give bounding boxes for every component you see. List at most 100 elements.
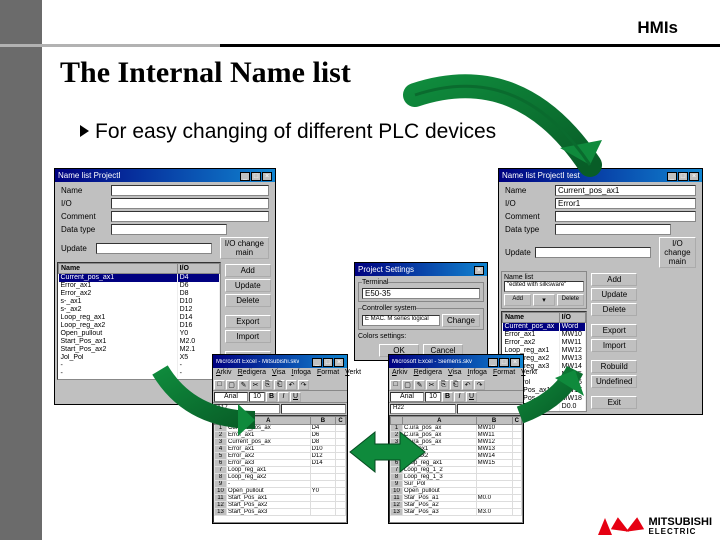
d1-delete-button[interactable]: Delete (225, 294, 271, 307)
ex2-cellref[interactable]: H22 (390, 404, 456, 414)
d2-exit-button[interactable]: Exit (591, 396, 637, 409)
ex2-menubar[interactable]: ArkivRedigeraVisaInfogaFormatVerkt (389, 368, 523, 379)
maximize-icon[interactable]: □ (678, 172, 688, 181)
ex2-sheet[interactable]: ABC1C.ura_pos_axMW102C.ura_pos_axMW113C.… (389, 415, 523, 523)
tool-icon[interactable]: ⎗ (450, 380, 461, 390)
bold-icon[interactable]: B (266, 392, 277, 402)
tool-icon[interactable]: ⎘ (262, 380, 273, 390)
italic-icon[interactable]: I (278, 392, 289, 402)
ex1-sheet[interactable]: ABC1Current_pos_axD42Error_ax1D63Current… (213, 415, 347, 523)
ex2-fontbar[interactable]: Arial 10 BIU (389, 391, 523, 403)
d3-titlebar[interactable]: Project Settings × (355, 263, 487, 276)
tool-icon[interactable]: □ (214, 380, 225, 390)
tool-icon[interactable]: ↶ (286, 380, 297, 390)
tool-icon[interactable]: ▢ (402, 380, 413, 390)
d1-update-button[interactable]: Update (225, 279, 271, 292)
d2-export-button[interactable]: Export (591, 324, 637, 337)
d2-dropdown-button[interactable]: ▾ (533, 294, 554, 306)
d2-titlebar[interactable]: Name list ProjectI test _□× (499, 169, 702, 182)
close-icon[interactable]: × (510, 358, 520, 367)
italic-icon[interactable]: I (454, 392, 465, 402)
d1-update-input[interactable] (96, 243, 212, 254)
ex1-menubar[interactable]: ArkivRedigeraVisaInfogaFormatVerkt (213, 368, 347, 379)
close-icon[interactable]: × (474, 266, 484, 275)
maximize-icon[interactable]: □ (251, 172, 261, 181)
menu-item[interactable]: Infoga (467, 369, 486, 378)
underline-icon[interactable]: U (290, 392, 301, 402)
minimize-icon[interactable]: _ (312, 358, 322, 367)
d1-name-input[interactable] (111, 185, 269, 196)
ex2-toolbar[interactable]: □▢✎✂⎘⎗↶↷ (389, 379, 523, 391)
d2-update-input[interactable] (535, 247, 651, 258)
maximize-icon[interactable]: □ (323, 358, 333, 367)
menu-item[interactable]: Format (317, 369, 339, 378)
d1-datatype-input[interactable] (111, 224, 227, 235)
d2-datatype-input[interactable] (555, 224, 671, 235)
tool-icon[interactable]: ✎ (414, 380, 425, 390)
tool-icon[interactable]: ▢ (226, 380, 237, 390)
d1-import-button[interactable]: Import (225, 330, 271, 343)
d1-io-input[interactable] (111, 198, 269, 209)
menu-item[interactable]: Visa (448, 369, 462, 378)
d2-robuild-button[interactable]: Robuild (591, 360, 637, 373)
ex1-formula-input[interactable] (281, 404, 347, 414)
menu-item[interactable]: Arkiv (392, 369, 408, 378)
ex2-titlebar[interactable]: Microsoft Excel - Siemens.skv _□× (389, 355, 523, 368)
minimize-icon[interactable]: _ (667, 172, 677, 181)
underline-icon[interactable]: U (466, 392, 477, 402)
d1-comment-label: Comment (61, 212, 107, 221)
d1-comment-input[interactable] (111, 211, 269, 222)
ex1-size[interactable]: 10 (249, 392, 265, 402)
bold-icon[interactable]: B (442, 392, 453, 402)
tool-icon[interactable]: ↷ (298, 380, 309, 390)
d2-delete-button[interactable]: Delete (591, 303, 637, 316)
ex2-font[interactable]: Arial (390, 392, 424, 402)
d1-export-button[interactable]: Export (225, 315, 271, 328)
tool-icon[interactable]: ✂ (250, 380, 261, 390)
d3-change-button[interactable]: Change (442, 314, 480, 327)
d2-import-button[interactable]: Import (591, 339, 637, 352)
d2-iochange-button[interactable]: I/O change main (659, 237, 696, 268)
d2-name-input[interactable] (555, 185, 696, 196)
tool-icon[interactable]: ✎ (238, 380, 249, 390)
menu-item[interactable]: Redigera (414, 369, 442, 378)
ex1-titlebar[interactable]: Microsoft Excel - Mitsubishi.skv _□× (213, 355, 347, 368)
minimize-icon[interactable]: _ (240, 172, 250, 181)
tool-icon[interactable]: ⎘ (438, 380, 449, 390)
close-icon[interactable]: × (689, 172, 699, 181)
tool-icon[interactable]: ✂ (426, 380, 437, 390)
d2-update-button[interactable]: Update (591, 288, 637, 301)
d1-listbox[interactable]: NameI/OCurrent_pos_ax1D4Error_ax1D6Error… (57, 262, 221, 380)
ex1-toolbar[interactable]: □▢✎✂⎘⎗↶↷ (213, 379, 347, 391)
minimize-icon[interactable]: _ (488, 358, 498, 367)
menu-item[interactable]: Visa (272, 369, 286, 378)
close-icon[interactable]: × (262, 172, 272, 181)
d2-io-input[interactable] (555, 198, 696, 209)
tool-icon[interactable]: ↶ (462, 380, 473, 390)
dialog1-titlebar[interactable]: Name list ProjectI _□× (55, 169, 275, 182)
tool-icon[interactable]: □ (390, 380, 401, 390)
d2-update-label: Update (505, 248, 531, 257)
ex1-cellref[interactable]: A17 (214, 404, 280, 414)
d2-add-button[interactable]: Add (591, 273, 637, 286)
d1-iochange-button[interactable]: I/O change main (220, 237, 269, 259)
ex2-formula-input[interactable] (457, 404, 523, 414)
close-icon[interactable]: × (334, 358, 344, 367)
menu-item[interactable]: Redigera (238, 369, 266, 378)
menu-item[interactable]: Arkiv (216, 369, 232, 378)
d2-del2-button[interactable]: Delete (557, 294, 584, 306)
d2-comment-input[interactable] (555, 211, 696, 222)
d2-undefined-button[interactable]: Undefined (591, 375, 637, 388)
ex1-fontbar[interactable]: Arial 10 BIU (213, 391, 347, 403)
tool-icon[interactable]: ↷ (474, 380, 485, 390)
menu-item[interactable]: Infoga (291, 369, 310, 378)
menu-item[interactable]: Verkt (521, 369, 537, 378)
ex1-font[interactable]: Arial (214, 392, 248, 402)
menu-item[interactable]: Verkt (345, 369, 361, 378)
menu-item[interactable]: Format (493, 369, 515, 378)
ex2-size[interactable]: 10 (425, 392, 441, 402)
d1-add-button[interactable]: Add (225, 264, 271, 277)
d2-add2-button[interactable]: Add (504, 294, 531, 306)
tool-icon[interactable]: ⎗ (274, 380, 285, 390)
maximize-icon[interactable]: □ (499, 358, 509, 367)
